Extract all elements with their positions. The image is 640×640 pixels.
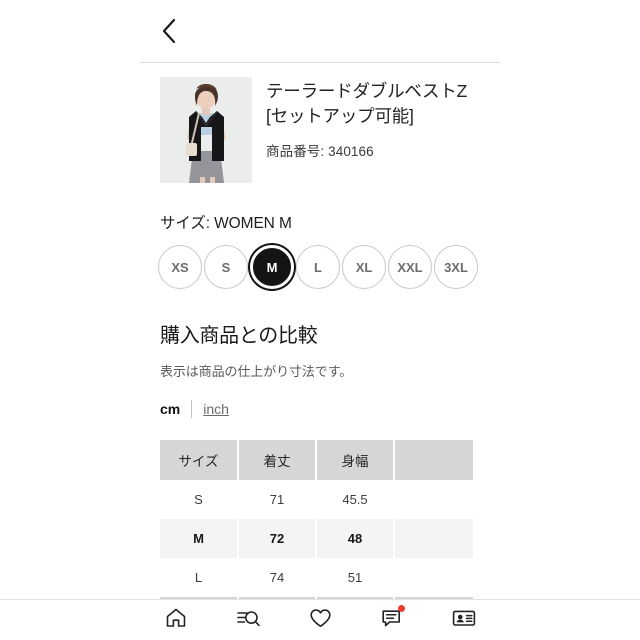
- comparison-subtitle: 表示は商品の仕上がり寸法です。: [160, 364, 353, 379]
- size-option-s[interactable]: S: [204, 245, 248, 289]
- table-cell-length: 71: [238, 480, 317, 519]
- size-option-l[interactable]: L: [296, 245, 340, 289]
- table-header-cell-empty: [394, 440, 475, 480]
- page-header: [140, 0, 500, 63]
- product-code: 商品番号: 340166: [266, 143, 374, 159]
- product-summary: テーラードダブルベストZ[セットアップ可能] 商品番号: 340166: [140, 63, 500, 183]
- table-cell-length: 74: [238, 558, 317, 597]
- table-cell-empty: [394, 480, 475, 519]
- bottom-nav-items: [140, 603, 500, 637]
- chevron-left-icon: [161, 18, 177, 44]
- notification-badge: [398, 605, 405, 612]
- table-header-cell-length: 着丈: [238, 440, 317, 480]
- unit-divider: [191, 400, 193, 418]
- size-table-wrap: サイズ 着丈 身幅 S 71 45.5 M 72 48 L 74 51: [160, 440, 475, 609]
- home-icon: [164, 606, 188, 635]
- membership-card-icon: [451, 606, 477, 635]
- size-option-xl[interactable]: XL: [342, 245, 386, 289]
- size-option-xs[interactable]: XS: [158, 245, 202, 289]
- table-cell-size: S: [160, 480, 239, 519]
- table-cell-width: 51: [316, 558, 395, 597]
- table-cell-size: L: [160, 558, 239, 597]
- table-cell-length: 72: [238, 519, 317, 558]
- back-button[interactable]: [150, 12, 188, 50]
- nav-favorites-button[interactable]: [296, 603, 344, 637]
- nav-home-button[interactable]: [152, 603, 200, 637]
- table-cell-width: 45.5: [316, 480, 395, 519]
- table-header-cell-width: 身幅: [316, 440, 395, 480]
- heart-icon: [308, 606, 333, 635]
- table-row: M 72 48: [160, 519, 475, 558]
- product-thumbnail[interactable]: [160, 77, 252, 183]
- unit-inch-button[interactable]: inch: [203, 401, 229, 417]
- unit-cm-button[interactable]: cm: [160, 401, 180, 417]
- table-cell-empty: [394, 519, 475, 558]
- bottom-navigation: [0, 599, 640, 640]
- table-row: L 74 51: [160, 558, 475, 597]
- size-selector: XS S M L XL XXL 3XL: [158, 245, 500, 289]
- size-label: サイズ: WOMEN M: [160, 215, 292, 232]
- table-row: S 71 45.5: [160, 480, 475, 519]
- app-root: テーラードダブルベストZ[セットアップ可能] 商品番号: 340166 サイズ:…: [0, 0, 640, 640]
- model-photo-illustration: [160, 77, 252, 183]
- table-cell-empty: [394, 558, 475, 597]
- table-cell-width: 48: [316, 519, 395, 558]
- table-header-cell-size: サイズ: [160, 440, 239, 480]
- comparison-title: 購入商品との比較: [160, 325, 318, 347]
- size-option-m[interactable]: M: [250, 245, 294, 289]
- product-text: テーラードダブルベストZ[セットアップ可能] 商品番号: 340166: [266, 77, 486, 183]
- table-header-row: サイズ 着丈 身幅: [160, 440, 475, 480]
- search-icon: [236, 606, 261, 635]
- product-title: テーラードダブルベストZ[セットアップ可能]: [266, 81, 468, 127]
- nav-membership-button[interactable]: [440, 603, 488, 637]
- nav-search-button[interactable]: [224, 603, 272, 637]
- unit-toggle: cm inch: [160, 400, 500, 418]
- table-cell-size: M: [160, 519, 239, 558]
- nav-messages-button[interactable]: [368, 603, 416, 637]
- size-option-xxl[interactable]: XXL: [388, 245, 432, 289]
- content-panel: テーラードダブルベストZ[セットアップ可能] 商品番号: 340166 サイズ:…: [140, 0, 500, 640]
- size-table: サイズ 着丈 身幅 S 71 45.5 M 72 48 L 74 51: [160, 440, 475, 609]
- size-option-3xl[interactable]: 3XL: [434, 245, 478, 289]
